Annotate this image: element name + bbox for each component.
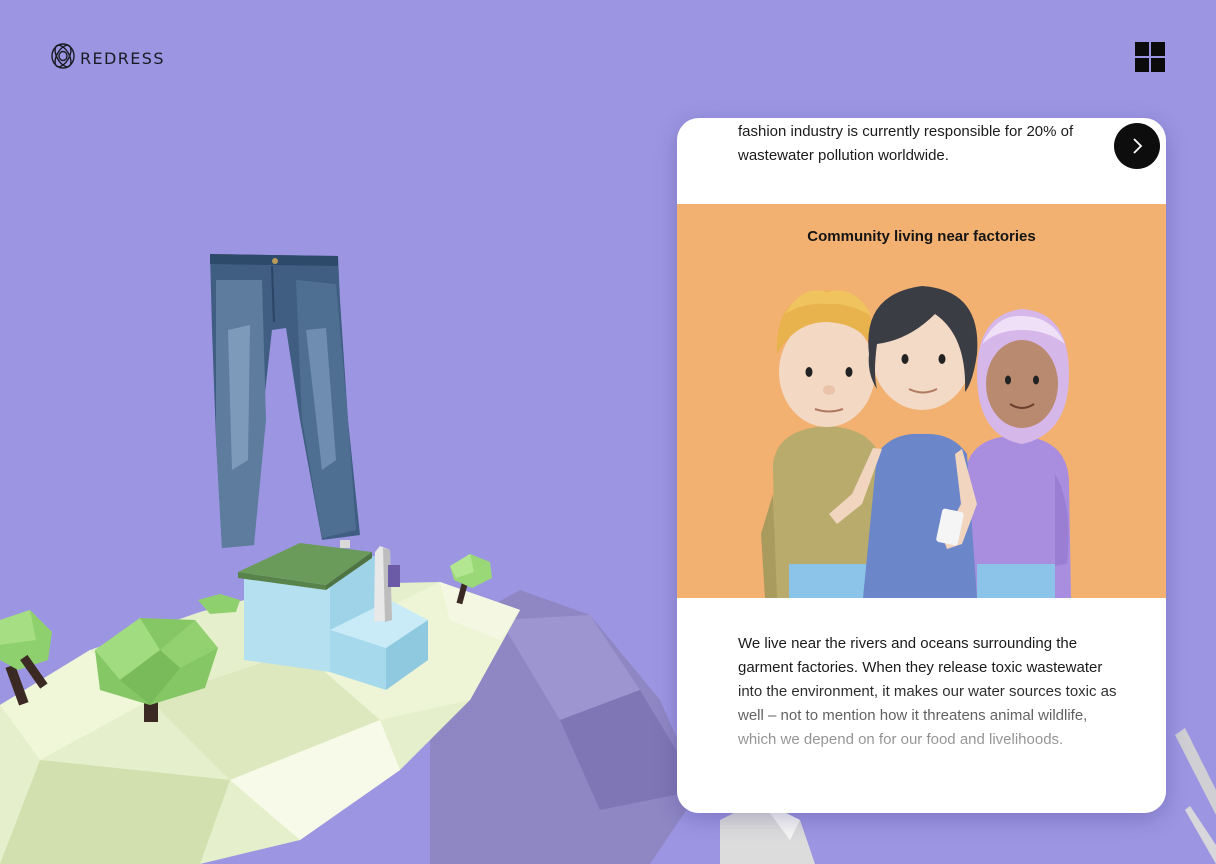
info-card[interactable]: fashion industry is currently responsibl… (677, 118, 1166, 813)
grid-menu-button[interactable] (1135, 42, 1167, 74)
card-intro-text: fashion industry is currently responsibl… (738, 123, 1074, 164)
chevron-right-icon (1133, 138, 1143, 154)
card-body-text: We live near the rivers and oceans surro… (738, 635, 1117, 748)
next-button[interactable] (1114, 123, 1160, 169)
knot-icon (50, 42, 76, 75)
floating-jeans (210, 254, 360, 548)
brand-name: REDRESS (80, 49, 165, 68)
three-characters (761, 286, 1071, 598)
grid-menu-icon (1135, 42, 1149, 56)
hijab-woman-character (967, 309, 1071, 598)
community-illustration: Community living near factories (677, 204, 1166, 598)
brand-logo[interactable]: REDRESS (50, 42, 165, 75)
